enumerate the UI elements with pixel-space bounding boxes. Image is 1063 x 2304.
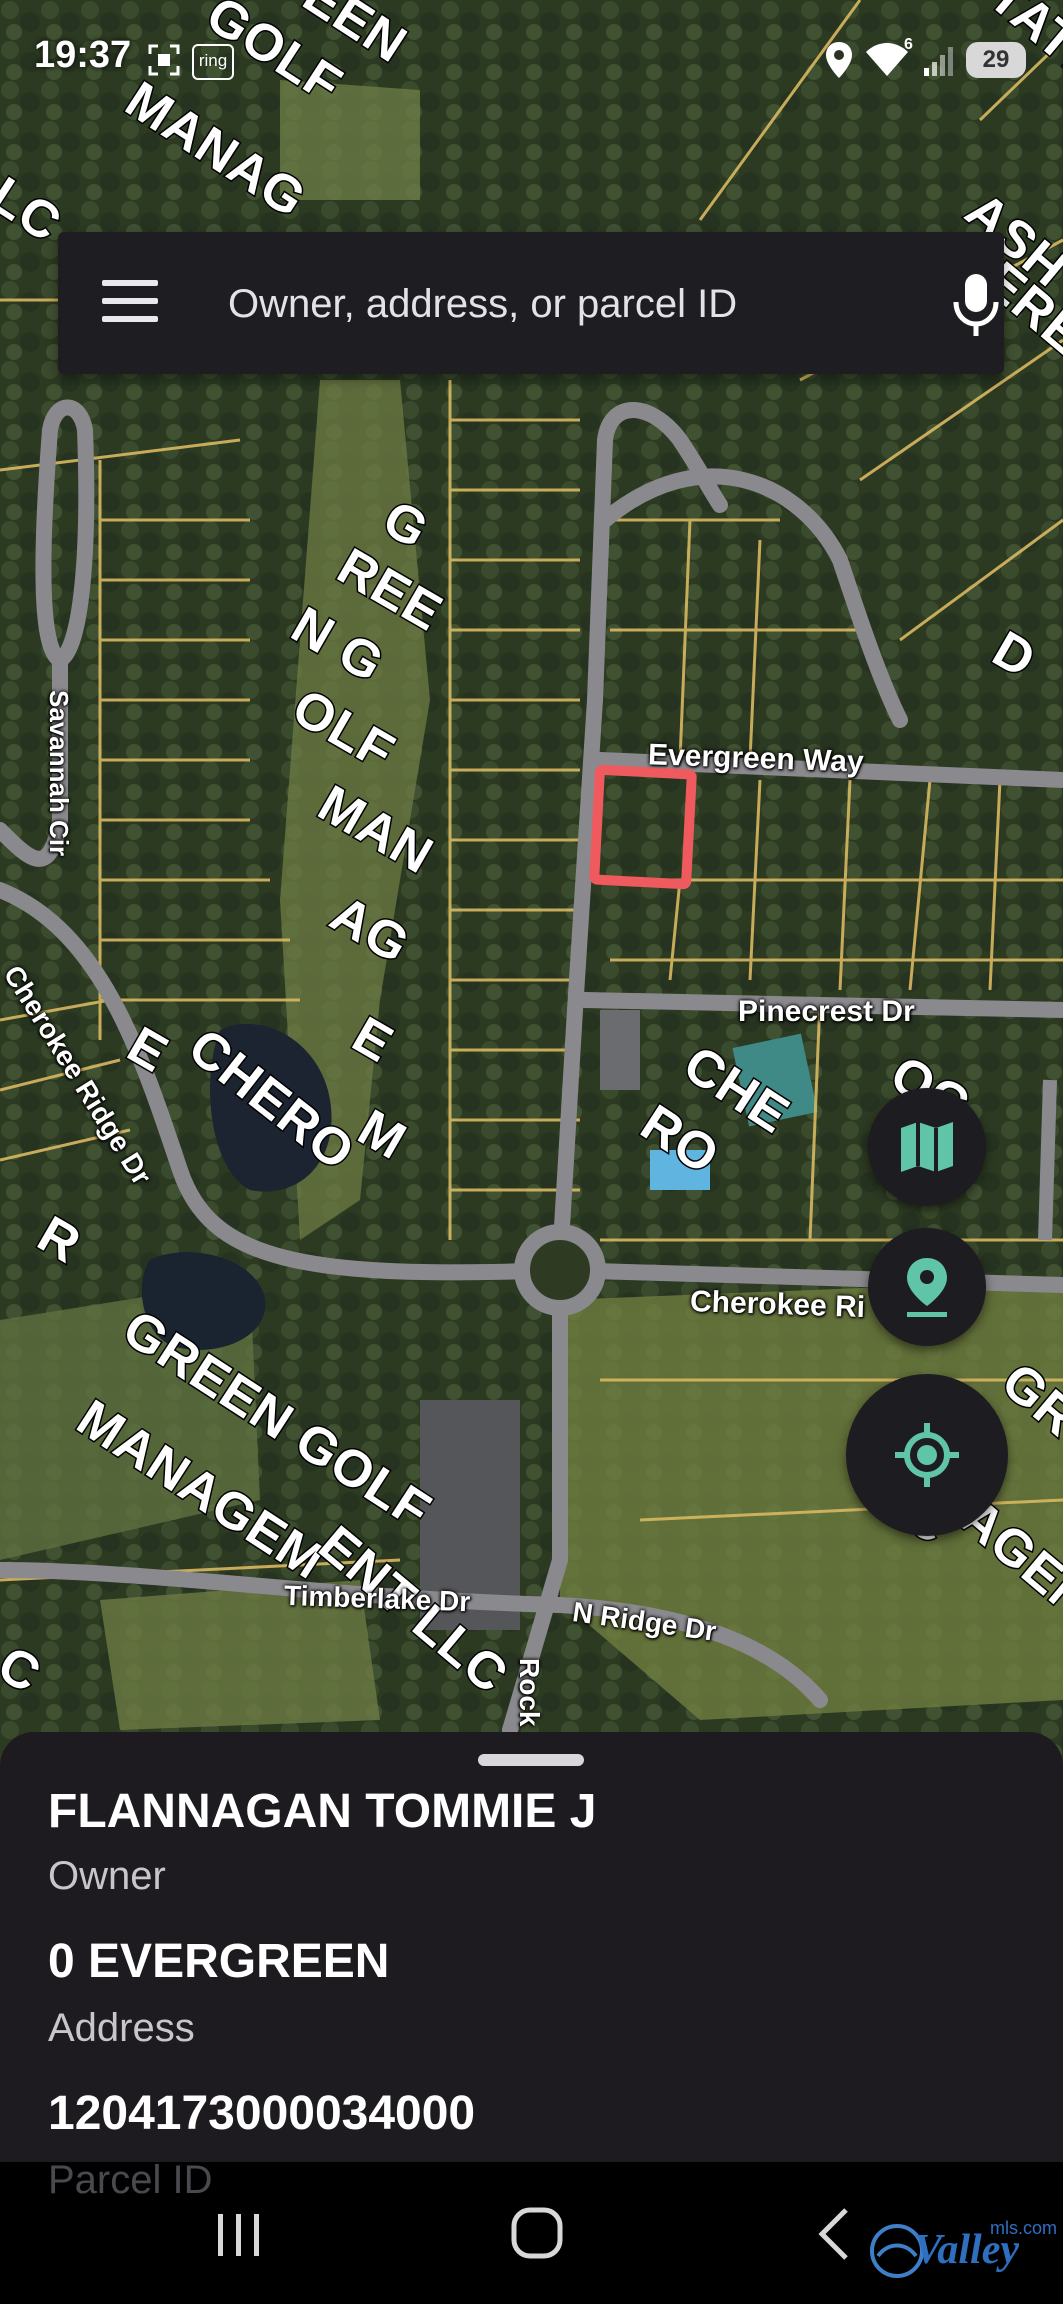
parcel-id-label: Parcel ID: [48, 2158, 213, 2202]
parcel-details-sheet[interactable]: FLANNAGAN TOMMIE J Owner 0 EVERGREEN Add…: [0, 1732, 1063, 2162]
my-location-icon: [895, 1423, 959, 1487]
screenshot-icon: [148, 44, 180, 76]
owner-label: Owner: [48, 1854, 166, 1898]
street-label-cherokee-ridge-dr-east: Cherokee Ri: [689, 1284, 866, 1325]
back-icon[interactable]: [816, 2206, 852, 2262]
street-label-pinecrest-dr: Pinecrest Dr: [738, 995, 915, 1028]
map-pin-icon: [907, 1258, 947, 1317]
watermark-suffix: mls.com: [990, 2218, 1057, 2238]
search-bar: [58, 232, 1004, 374]
street-label-savannah-cir: Savannah Cir: [44, 690, 74, 857]
microphone-icon[interactable]: [946, 272, 1006, 338]
valleymls-watermark: Valley mls.com: [868, 2218, 1058, 2288]
address-value: 0 EVERGREEN: [48, 1935, 390, 1988]
address-label: Address: [48, 2006, 195, 2050]
parcel-id-value: 1204173000034000: [48, 2087, 476, 2140]
search-input[interactable]: [226, 270, 870, 338]
battery-icon: 29: [966, 42, 1026, 78]
status-bar: 19:37 ring 6 29: [0, 0, 1063, 120]
signal-icon: [924, 47, 953, 76]
home-icon[interactable]: [510, 2206, 564, 2260]
ring-app-icon: ring: [192, 44, 234, 80]
owner-value: FLANNAGAN TOMMIE J: [48, 1785, 597, 1838]
hamburger-menu-icon[interactable]: [102, 280, 158, 326]
street-label-timberlake-dr: Timberlake Dr: [283, 1579, 471, 1618]
map-layers-button[interactable]: [868, 1088, 986, 1206]
map-layers-icon: [901, 1122, 953, 1172]
sheet-drag-handle[interactable]: [478, 1754, 584, 1766]
recent-apps-icon[interactable]: [214, 2212, 264, 2258]
location-icon: [826, 42, 852, 78]
map-pin-button[interactable]: [868, 1228, 986, 1346]
status-time: 19:37: [34, 34, 132, 76]
my-location-button[interactable]: [846, 1374, 1008, 1536]
wifi-badge: 6: [904, 36, 913, 53]
street-label-rock: Rock: [514, 1658, 545, 1727]
